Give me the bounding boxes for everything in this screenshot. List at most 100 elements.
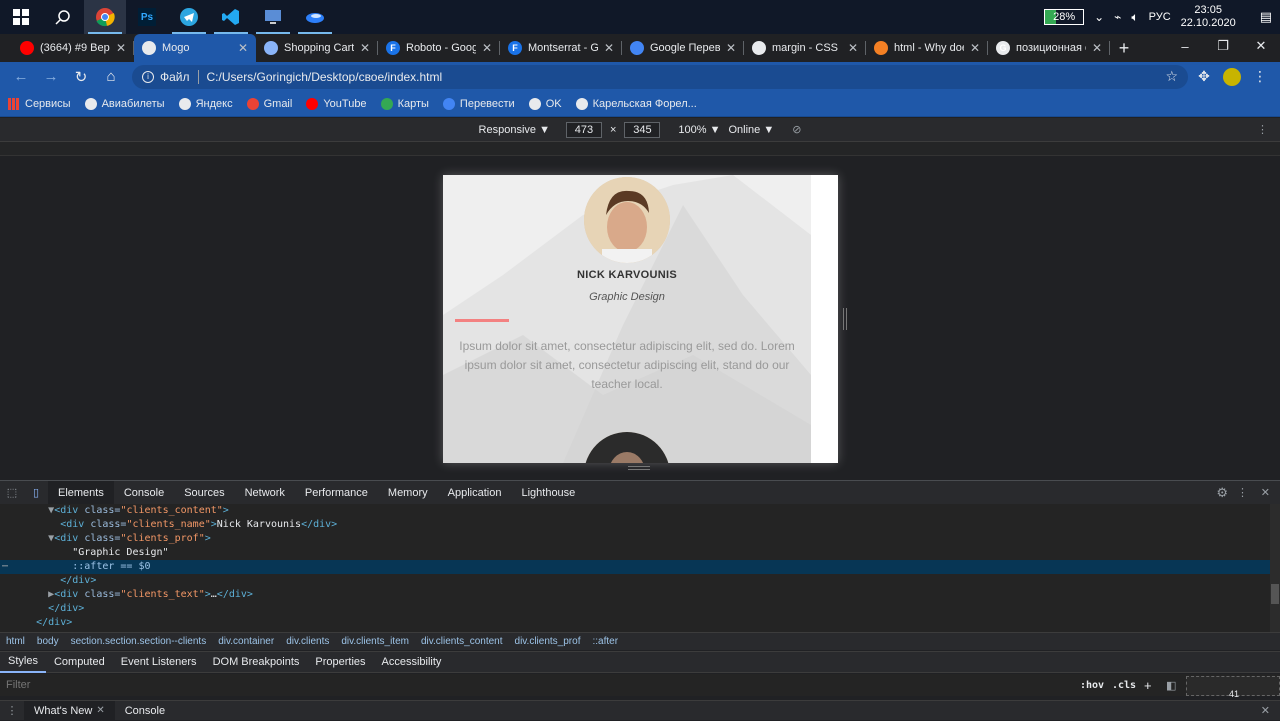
bookmark-item[interactable]: Сервисы <box>8 97 71 110</box>
dom-node-line[interactable]: ⋯ ::after == $0 <box>0 560 1270 574</box>
devtools-tab[interactable]: Lighthouse <box>511 481 585 505</box>
drawer-tab-close-icon[interactable]: ✕ <box>96 705 104 716</box>
dom-node-line[interactable]: </div> <box>0 602 1270 616</box>
bookmark-item[interactable]: Карты <box>380 97 429 110</box>
drawer-tab[interactable]: Console <box>115 701 175 721</box>
breadcrumb-item[interactable]: div.clients_item <box>341 636 409 647</box>
taskbar-vscode[interactable] <box>210 0 252 34</box>
viewport-height-input[interactable]: 345 <box>624 121 661 138</box>
tab-close-icon[interactable]: ✕ <box>238 41 248 55</box>
new-tab-button[interactable]: + <box>1110 34 1138 62</box>
bookmark-item[interactable]: Авиабилеты <box>84 97 165 110</box>
styles-subtab[interactable]: Accessibility <box>374 651 450 673</box>
browser-tab[interactable]: margin - CSS | ✕ <box>744 34 866 62</box>
viewport-resize-handle-bottom[interactable] <box>628 466 650 470</box>
dom-node-line[interactable]: "Graphic Design" <box>0 546 1270 560</box>
devtools-tab[interactable]: Memory <box>378 481 438 505</box>
styles-subtab[interactable]: Event Listeners <box>113 651 205 673</box>
viewport-width-input[interactable]: 473 <box>565 121 602 138</box>
browser-tab[interactable]: html - Why doe ✕ <box>866 34 988 62</box>
breadcrumb-item[interactable]: html <box>6 636 25 647</box>
taskbar-remote-app[interactable] <box>252 0 294 34</box>
language-indicator[interactable]: РУС <box>1149 11 1171 23</box>
breadcrumb-item[interactable]: div.clients_prof <box>515 636 581 647</box>
taskbar-app[interactable] <box>294 0 336 34</box>
new-style-rule-icon[interactable]: + <box>1144 678 1152 693</box>
inspect-element-icon[interactable]: ⬚ <box>0 486 24 499</box>
media-query-ruler[interactable] <box>0 142 1280 156</box>
styles-subtab[interactable]: Styles <box>0 651 46 673</box>
bookmark-star-icon[interactable]: ☆ <box>1165 68 1178 85</box>
breadcrumb-item[interactable]: div.container <box>218 636 274 647</box>
search-button[interactable] <box>42 0 84 34</box>
taskbar-chrome[interactable] <box>84 0 126 34</box>
dom-node-line[interactable]: </div> <box>0 574 1270 588</box>
hov-toggle[interactable]: :hov <box>1080 680 1104 691</box>
bookmark-item[interactable]: Gmail <box>246 97 292 110</box>
battery-indicator[interactable]: 28% <box>1044 9 1085 25</box>
styles-subtab[interactable]: Properties <box>307 651 373 673</box>
breadcrumb-item[interactable]: div.clients_content <box>421 636 503 647</box>
drawer-close-icon[interactable]: ✕ <box>1261 704 1270 717</box>
devtools-menu-icon[interactable]: ⋮ <box>1237 486 1248 499</box>
tab-close-icon[interactable]: ✕ <box>360 41 370 55</box>
notifications-icon[interactable]: ▤ <box>1260 9 1272 25</box>
taskbar-telegram[interactable] <box>168 0 210 34</box>
tab-close-icon[interactable]: ✕ <box>604 41 614 55</box>
device-toolbar-more-icon[interactable]: ⋮ <box>1257 123 1268 136</box>
cls-toggle[interactable]: .cls <box>1112 680 1136 691</box>
dom-scrollbar[interactable] <box>1270 504 1280 632</box>
reload-button[interactable]: ↻ <box>68 64 94 90</box>
browser-tab[interactable]: Gпозиционная с ✕ <box>988 34 1110 62</box>
styles-filter-input[interactable] <box>6 679 1006 691</box>
bookmark-item[interactable]: YouTube <box>306 97 367 110</box>
devtools-tab[interactable]: Network <box>235 481 295 505</box>
close-window-button[interactable]: ✕ <box>1242 34 1280 58</box>
network-icon[interactable]: ⌁ <box>1114 10 1121 24</box>
device-toggle-icon[interactable]: ▯ <box>24 486 48 499</box>
styles-subtab[interactable]: DOM Breakpoints <box>205 651 308 673</box>
device-mode-select[interactable]: Responsive ▼ <box>479 124 550 136</box>
browser-tab[interactable]: Google Перево ✕ <box>622 34 744 62</box>
forward-button[interactable]: → <box>38 64 64 90</box>
viewport-resize-handle-right[interactable] <box>843 308 847 330</box>
devtools-close-icon[interactable]: ✕ <box>1261 486 1270 499</box>
computed-sidebar-icon[interactable]: ◧ <box>1166 679 1176 692</box>
breadcrumb-item[interactable]: div.clients <box>286 636 329 647</box>
devtools-tab[interactable]: Sources <box>174 481 234 505</box>
minimize-button[interactable]: – <box>1166 34 1204 58</box>
tab-close-icon[interactable]: ✕ <box>726 41 736 55</box>
chevron-up-icon[interactable]: ⌄ <box>1094 10 1104 24</box>
clock[interactable]: 23:05 22.10.2020 <box>1181 4 1236 30</box>
styles-subtab[interactable]: Computed <box>46 651 113 673</box>
volume-icon[interactable]: 🔈︎ <box>1131 10 1138 25</box>
devtools-tab[interactable]: Application <box>438 481 512 505</box>
tab-close-icon[interactable]: ✕ <box>848 41 858 55</box>
throttle-select[interactable]: Online ▼ <box>728 124 774 136</box>
info-icon[interactable]: i <box>142 70 154 83</box>
dom-node-line[interactable]: ▼<div class="clients_prof"> <box>0 532 1270 546</box>
breadcrumb-item[interactable]: ::after <box>592 636 618 647</box>
devtools-tab[interactable]: Elements <box>48 480 114 505</box>
browser-tab[interactable]: F Roboto - Goog ✕ <box>378 34 500 62</box>
breadcrumb-item[interactable]: body <box>37 636 59 647</box>
maximize-button[interactable]: ❐ <box>1204 34 1242 58</box>
profile-avatar[interactable] <box>1220 65 1244 89</box>
drawer-menu-icon[interactable]: ⋮ <box>0 704 24 717</box>
rotate-icon[interactable]: ⊘ <box>792 123 801 136</box>
url-text[interactable]: C:/Users/Goringich/Desktop/свое/index.ht… <box>207 70 443 84</box>
bookmark-item[interactable]: Яндекс <box>178 97 233 110</box>
taskbar-photoshop[interactable]: Ps <box>126 0 168 34</box>
bookmark-item[interactable]: Перевести <box>442 97 515 110</box>
tab-close-icon[interactable]: ✕ <box>116 41 126 55</box>
tab-close-icon[interactable]: ✕ <box>482 41 492 55</box>
browser-tab[interactable]: Mogo ✕ <box>134 34 256 62</box>
extensions-icon[interactable]: ✥ <box>1192 65 1216 89</box>
bookmark-item[interactable]: OK <box>528 97 562 110</box>
back-button[interactable]: ← <box>8 64 34 90</box>
address-bar[interactable]: i Файл C:/Users/Goringich/Desktop/свое/i… <box>132 64 1188 89</box>
dom-node-line[interactable]: ▼<div class="clients_content"> <box>0 504 1270 518</box>
dom-node-line[interactable]: </div> <box>0 616 1270 630</box>
devtools-tab[interactable]: Console <box>114 481 174 505</box>
browser-tab[interactable]: F Montserrat - G ✕ <box>500 34 622 62</box>
